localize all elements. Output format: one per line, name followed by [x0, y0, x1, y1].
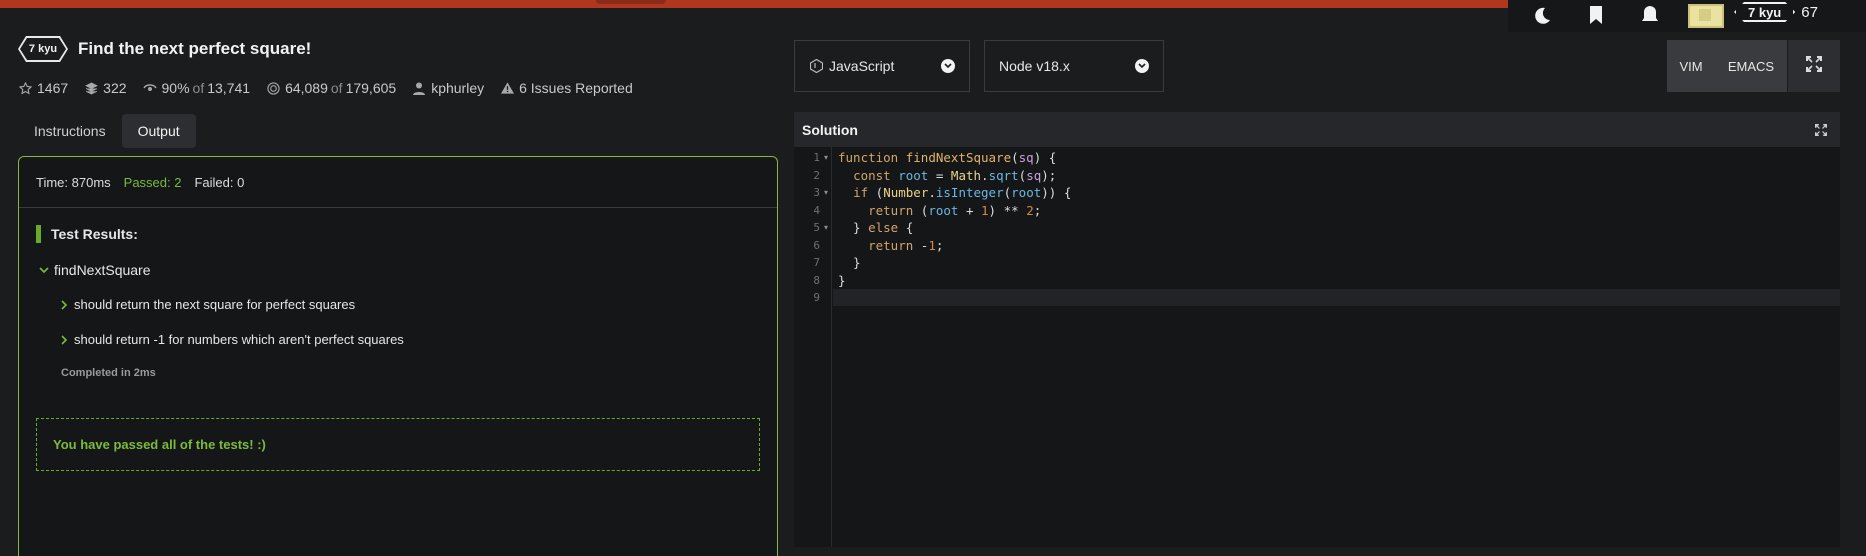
test-group-label: findNextSquare [54, 262, 151, 278]
code-line: } [838, 255, 861, 270]
user-menu-bar: 7 kyu 67 [1508, 0, 1866, 32]
line-number: 1 [813, 151, 820, 164]
top-bar-tab-notch [596, 0, 666, 4]
stars-stat[interactable]: 1467 [18, 80, 68, 96]
language-select-value: JavaScript [829, 58, 895, 74]
kata-stats: 1467 322 90% of 13,741 64,089 of 179,605… [18, 80, 649, 96]
issues-reported[interactable]: 6 Issues Reported [519, 80, 633, 96]
stars-count: 1467 [37, 80, 69, 96]
kyu-rank-badge: 7 kyu [18, 36, 68, 62]
kyu-rank-label: 7 kyu [20, 38, 66, 60]
line-number: 3 [813, 186, 820, 199]
eye-icon [142, 81, 157, 95]
javascript-icon [809, 59, 823, 73]
tab-output[interactable]: Output [121, 114, 196, 148]
completions-stat: 64,089 of 179,605 [266, 80, 396, 96]
output-panel: Time: 870ms Passed: 2 Failed: 0 Test Res… [18, 156, 778, 556]
panel-tabs: Instructions Output [18, 114, 196, 148]
code-line: function findNextSquare(sq) { [838, 150, 1057, 165]
fold-arrow-icon[interactable]: ▾ [824, 188, 828, 197]
line-number: 4 [813, 203, 820, 217]
emacs-mode-button[interactable]: EMACS [1715, 40, 1787, 92]
completions-of-label: of [330, 80, 343, 96]
test-group-findNextSquare[interactable]: findNextSquare [39, 262, 151, 278]
avatar[interactable] [1688, 4, 1724, 28]
line-number: 6 [813, 238, 820, 252]
fold-arrow-icon[interactable]: ▾ [824, 153, 828, 162]
line-number: 7 [813, 256, 820, 269]
user-icon [412, 81, 426, 95]
editor-gutter: 1 2 3 4 5 6 7 8 9 ▾ ▾ ▾ [794, 147, 832, 547]
fullscreen-button[interactable] [1788, 40, 1840, 92]
warning-icon [500, 81, 514, 95]
chevron-down-icon [1135, 59, 1149, 73]
test-item-label: should return -1 for numbers which aren'… [74, 332, 404, 347]
editor-mode-group: VIM EMACS [1667, 40, 1787, 92]
run-time: Time: 870ms [36, 174, 111, 190]
vim-mode-button[interactable]: VIM [1667, 40, 1715, 92]
test-item-label: should return the next square for perfec… [74, 297, 356, 312]
code-line: return -1; [868, 237, 944, 253]
collections-count: 322 [103, 80, 127, 96]
tab-instructions[interactable]: Instructions [18, 114, 122, 148]
code-line: const root = Math.sqrt(sq); [853, 167, 1057, 183]
expand-icon [1806, 55, 1822, 77]
line-number: 5 [813, 221, 820, 234]
completions-total: 179,605 [345, 80, 397, 96]
target-icon [266, 81, 280, 95]
star-icon [18, 81, 32, 95]
code-line: return (root + 1) ** 2; [868, 202, 1042, 218]
code-editor[interactable]: 1 2 3 4 5 6 7 8 9 ▾ ▾ ▾ function findNex… [794, 147, 1840, 547]
active-line-highlight [833, 289, 1840, 306]
fold-arrow-icon[interactable]: ▾ [824, 223, 828, 232]
code-line: } [838, 272, 846, 288]
bookmark-icon[interactable] [1584, 4, 1608, 28]
output-summary: Time: 870ms Passed: 2 Failed: 0 [19, 157, 777, 208]
runtime-select[interactable]: Node v18.x [984, 40, 1164, 92]
pass-message: You have passed all of the tests! :) [36, 418, 760, 471]
completed-time: Completed in 2ms [61, 367, 156, 379]
chevron-right-icon [59, 334, 69, 345]
runtime-select-value: Node v18.x [999, 58, 1070, 74]
bell-icon[interactable] [1638, 4, 1662, 28]
test-results-heading: Test Results: [36, 225, 138, 243]
chevron-right-icon [59, 299, 69, 310]
satisfaction-of-label: of [192, 80, 205, 96]
author-name[interactable]: kphurley [431, 80, 484, 96]
collections-stat[interactable]: 322 [84, 80, 127, 96]
honor-score: 67 [1801, 3, 1818, 21]
test-item[interactable]: should return the next square for perfec… [59, 297, 355, 312]
chevron-down-icon [39, 265, 49, 275]
solution-header: Solution [794, 112, 1840, 147]
kata-header: 7 kyu Find the next perfect square! [18, 36, 311, 62]
chevron-down-icon [941, 59, 955, 73]
test-item[interactable]: should return -1 for numbers which aren'… [59, 332, 404, 347]
page-title: Find the next perfect square! [78, 39, 312, 58]
moon-icon[interactable] [1530, 4, 1554, 28]
completions-count: 64,089 [285, 80, 328, 96]
language-select[interactable]: JavaScript [794, 40, 970, 92]
expand-icon[interactable] [1814, 123, 1828, 137]
satisfaction-stat: 90% of 13,741 [142, 80, 251, 96]
satisfaction-total: 13,741 [207, 80, 251, 96]
author-stat[interactable]: kphurley [412, 80, 484, 96]
top-navigation-bar [0, 0, 1510, 8]
line-number: 8 [813, 273, 820, 287]
line-number: 9 [813, 291, 820, 304]
failed-count: Failed: 0 [194, 174, 245, 190]
layers-icon [84, 81, 98, 95]
passed-count: Passed: 2 [123, 174, 182, 190]
line-number: 2 [813, 168, 820, 182]
code-line: } else { [838, 220, 914, 235]
user-rank-badge: 7 kyu [1734, 2, 1795, 22]
satisfaction-percent: 90% [161, 80, 190, 96]
issues-stat[interactable]: 6 Issues Reported [500, 80, 633, 96]
code-line: if (Number.isInteger(root)) { [853, 185, 1072, 200]
solution-title: Solution [802, 121, 858, 138]
